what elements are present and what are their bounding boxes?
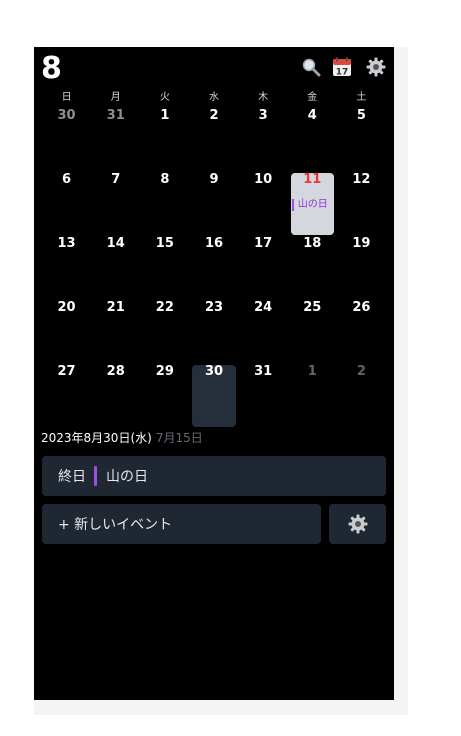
calendar-day[interactable]: 24: [239, 297, 288, 361]
day-number: 11: [303, 172, 322, 187]
calendar-day[interactable]: 21: [91, 297, 140, 361]
calendar-day[interactable]: 31: [91, 105, 140, 169]
lunar-date: 7月15日: [155, 431, 203, 445]
calendar-day[interactable]: 15: [140, 233, 189, 297]
holiday-event-chip: 山の日: [291, 199, 328, 211]
day-number: 19: [352, 236, 371, 251]
event-time: 終日: [58, 469, 86, 485]
weekday-header: 日 月 火 水 木 金 土: [42, 91, 386, 105]
calendar-day[interactable]: 2: [189, 105, 238, 169]
calendar-day[interactable]: 25: [288, 297, 337, 361]
month-grid: 30 31 1 2 3 4 5 6 7 8 9 10 11 山の日 12 13 …: [42, 105, 386, 427]
day-number: 4: [307, 108, 317, 123]
selected-date-label: 2023年8月30日(水) 7月15日: [41, 430, 203, 446]
day-number: 7: [111, 172, 121, 187]
calendar-icon-day: 17: [336, 68, 349, 78]
calendar-day[interactable]: 23: [189, 297, 238, 361]
weekday-label: 火: [159, 92, 170, 103]
day-number: 31: [254, 364, 273, 379]
gear-icon: [348, 514, 367, 534]
month-title: 8: [41, 51, 62, 86]
day-number: 30: [204, 364, 224, 379]
day-number: 29: [155, 364, 174, 379]
calendar-day-selected[interactable]: 30: [189, 361, 238, 427]
day-number: 3: [258, 108, 268, 123]
calendar-day[interactable]: 8: [140, 169, 189, 233]
calendar-day[interactable]: 12: [337, 169, 386, 233]
weekday-label: 日: [61, 92, 72, 103]
calendar-day[interactable]: 28: [91, 361, 140, 425]
day-number: 10: [254, 172, 273, 187]
selected-date: 2023年8月30日(水): [41, 431, 152, 445]
day-number: 9: [209, 172, 219, 187]
day-number: 23: [204, 300, 224, 315]
calendar-day[interactable]: 18: [288, 233, 337, 297]
day-number: 15: [155, 236, 174, 251]
calendar-day[interactable]: 4: [288, 105, 337, 169]
day-number: 18: [303, 236, 322, 251]
day-number: 25: [303, 300, 322, 315]
day-number: 31: [106, 108, 125, 123]
weekday-label: 金: [307, 92, 318, 103]
calendar-day[interactable]: 9: [189, 169, 238, 233]
day-number: 17: [254, 236, 273, 251]
calendar-day[interactable]: 27: [42, 361, 91, 425]
day-number: 27: [57, 364, 76, 379]
day-number: 28: [106, 364, 125, 379]
calendar-day[interactable]: 1: [140, 105, 189, 169]
day-number: 26: [352, 300, 371, 315]
calendar-day[interactable]: 19: [337, 233, 386, 297]
event-title: 山の日: [106, 469, 148, 485]
weekday-label: 月: [110, 92, 121, 103]
day-number: 2: [356, 364, 366, 379]
calendar-day[interactable]: 14: [91, 233, 140, 297]
day-number: 6: [62, 172, 72, 187]
day-number: 16: [204, 236, 224, 251]
calendar-day[interactable]: 1: [288, 361, 337, 425]
calendar-day[interactable]: 3: [239, 105, 288, 169]
calendar-day[interactable]: 2: [337, 361, 386, 425]
weekday-label: 土: [356, 92, 367, 103]
new-event-label: + 新しいイベント: [58, 517, 173, 533]
calendar-app: 8 17 日 月 火 水 木 金 土 30 31 1 2 3 4 5 6 7 8…: [34, 47, 394, 700]
calendar-day[interactable]: 20: [42, 297, 91, 361]
calendar-day[interactable]: 31: [239, 361, 288, 425]
day-number: 12: [352, 172, 371, 187]
day-number: 24: [254, 300, 273, 315]
weekday-label: 木: [258, 92, 269, 103]
calendar-day-today[interactable]: 11 山の日: [288, 169, 337, 235]
calendar-day[interactable]: 7: [91, 169, 140, 233]
calendar-day[interactable]: 30: [42, 105, 91, 169]
day-number: 20: [57, 300, 76, 315]
event-settings-button[interactable]: [329, 504, 386, 544]
calendar-day[interactable]: 29: [140, 361, 189, 425]
day-number: 21: [106, 300, 125, 315]
calendar-day[interactable]: 10: [239, 169, 288, 233]
event-item[interactable]: 終日 山の日: [42, 456, 386, 496]
day-number: 8: [160, 172, 170, 187]
day-number: 30: [57, 108, 76, 123]
day-number: 22: [155, 300, 174, 315]
search-icon[interactable]: [300, 56, 322, 78]
day-number: 1: [160, 108, 170, 123]
calendar-day[interactable]: 22: [140, 297, 189, 361]
day-number: 13: [57, 236, 76, 251]
calendar-today-icon[interactable]: 17: [331, 56, 353, 78]
event-color-bar: [94, 466, 97, 486]
calendar-day[interactable]: 17: [239, 233, 288, 297]
day-number: 5: [356, 108, 366, 123]
new-event-button[interactable]: + 新しいイベント: [42, 504, 321, 544]
day-number: 2: [209, 108, 219, 123]
calendar-day[interactable]: 26: [337, 297, 386, 361]
calendar-day[interactable]: 13: [42, 233, 91, 297]
calendar-day[interactable]: 5: [337, 105, 386, 169]
calendar-day[interactable]: 16: [189, 233, 238, 297]
day-number: 1: [307, 364, 317, 379]
gear-icon[interactable]: [365, 56, 387, 78]
calendar-day[interactable]: 6: [42, 169, 91, 233]
weekday-label: 水: [208, 92, 219, 103]
day-number: 14: [106, 236, 125, 251]
